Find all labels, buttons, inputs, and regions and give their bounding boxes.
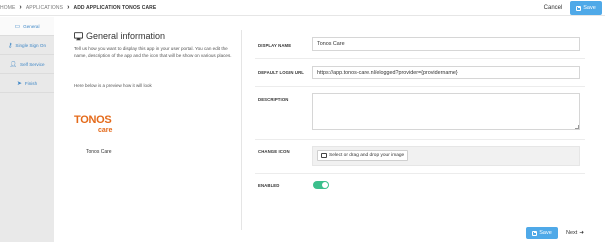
sidebar: ▭ General ⚷ Single Sign On 👤︎ Self Servi… — [0, 17, 54, 242]
info-panel: General information Tell us how you want… — [58, 17, 238, 242]
section-header: General information — [74, 31, 165, 41]
login-url-label: Default login url — [258, 70, 305, 75]
save-button[interactable]: Save — [570, 1, 602, 15]
change-icon-label: Change icon — [258, 149, 290, 154]
logo-wordmark: TONOS — [74, 114, 112, 126]
key-icon: ⚷ — [7, 42, 13, 49]
sidebar-item-general[interactable]: ▭ General — [0, 17, 54, 36]
arrow-right-icon: ➜ — [579, 230, 584, 236]
toggle-knob — [322, 182, 328, 188]
divider — [255, 139, 585, 140]
sidebar-item-finish[interactable]: ➤ Finish — [0, 74, 54, 93]
login-url-input[interactable]: https://app.tonos-care.nl/elogged?provid… — [312, 66, 580, 79]
save-button-bottom[interactable]: Save — [526, 227, 558, 239]
chevron-right-icon: › — [67, 4, 70, 11]
app-logo: TONOS care — [74, 112, 120, 138]
divider — [255, 86, 585, 87]
column-divider — [241, 30, 242, 230]
enabled-toggle[interactable] — [313, 181, 329, 189]
preview-hint: Here below is a preview how it will look — [74, 83, 152, 88]
save-button-label: Save — [539, 230, 552, 236]
display-name-input[interactable]: Tonos Care — [312, 37, 580, 51]
description-textarea[interactable] — [312, 93, 580, 130]
top-bar: Home › Applications › Add Application To… — [0, 0, 605, 16]
save-button-label: Save — [583, 5, 596, 11]
paper-plane-icon: ➤ — [16, 80, 22, 87]
breadcrumb-current: Add Application Tonos Care — [73, 4, 157, 11]
monitor-icon — [74, 31, 83, 40]
resize-handle-icon[interactable] — [575, 125, 579, 129]
next-button-label: Next — [566, 230, 578, 236]
user-icon: 👤︎ — [9, 61, 18, 68]
divider — [255, 173, 585, 174]
upload-image-button[interactable]: Select or drag and drop your image — [317, 150, 409, 161]
sidebar-item-label: Single Sign On — [15, 42, 47, 48]
monitor-icon: ▭ — [14, 23, 21, 30]
breadcrumb: Home › Applications › Add Application To… — [0, 0, 156, 16]
sidebar-item-label: Self Service — [20, 61, 45, 67]
display-name-label: Display name — [258, 43, 292, 48]
sidebar-item-self-service[interactable]: 👤︎ Self Service — [0, 55, 54, 74]
cancel-button[interactable]: Cancel — [539, 2, 567, 14]
preview-app-name: Tonos Care — [86, 149, 112, 155]
sidebar-item-label: General — [23, 23, 40, 29]
upload-button-label: Select or drag and drop your image — [329, 153, 405, 158]
next-button[interactable]: Next ➜ — [566, 227, 584, 239]
breadcrumb-applications[interactable]: Applications — [26, 5, 63, 11]
sidebar-item-label: Finish — [24, 80, 38, 86]
chevron-right-icon: › — [19, 4, 22, 11]
section-description: Tell us how you want to display this app… — [74, 46, 232, 58]
logo-subtext: care — [98, 127, 113, 134]
enabled-label: Enabled — [258, 183, 280, 188]
divider — [255, 58, 585, 59]
sidebar-item-single-sign-on[interactable]: ⚷ Single Sign On — [0, 36, 54, 55]
image-icon — [321, 153, 327, 158]
breadcrumb-home[interactable]: Home — [0, 5, 15, 11]
description-label: Description — [258, 97, 289, 102]
floppy-icon — [532, 230, 538, 236]
page-title: General information — [86, 31, 166, 41]
floppy-icon — [576, 5, 582, 11]
